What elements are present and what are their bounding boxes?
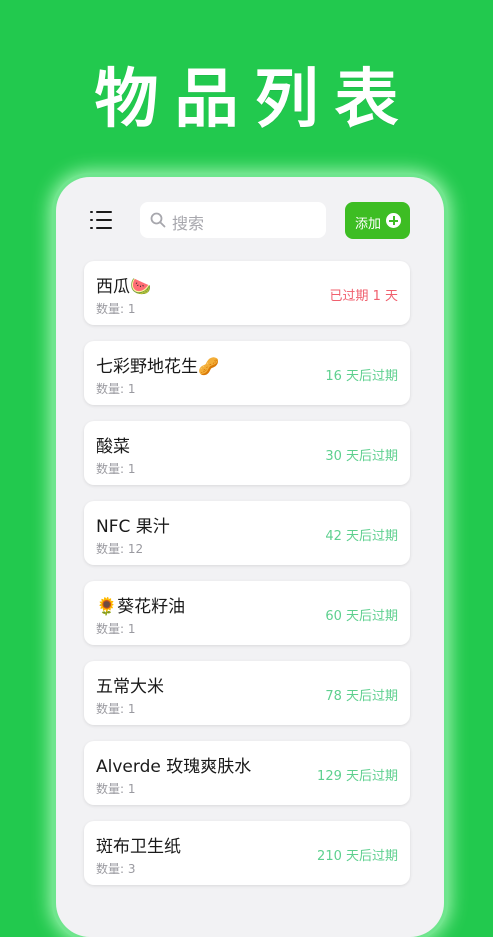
search-input[interactable]: 搜索 bbox=[140, 202, 326, 238]
list-item[interactable]: 🌻葵花籽油 数量: 1 60 天后过期 bbox=[84, 581, 410, 645]
add-button[interactable]: 添加 bbox=[345, 202, 410, 239]
hero-title: 物品列表 bbox=[94, 63, 415, 137]
item-quantity: 数量: 1 bbox=[96, 302, 136, 316]
item-name: 五常大米 bbox=[96, 677, 164, 697]
item-quantity: 数量: 3 bbox=[96, 862, 136, 876]
search-icon bbox=[150, 212, 166, 228]
list-item[interactable]: 西瓜🍉 数量: 1 已过期 1 天 bbox=[84, 261, 410, 325]
expiry-status: 30 天后过期 bbox=[325, 449, 398, 464]
add-button-label: 添加 bbox=[355, 217, 382, 232]
list-item[interactable]: 酸菜 数量: 1 30 天后过期 bbox=[84, 421, 410, 485]
expiry-status: 210 天后过期 bbox=[317, 849, 398, 864]
item-name: 西瓜🍉 bbox=[96, 277, 152, 297]
expiry-status: 78 天后过期 bbox=[325, 689, 398, 704]
expiry-status: 16 天后过期 bbox=[325, 369, 398, 384]
list-item[interactable]: 七彩野地花生🥜 数量: 1 16 天后过期 bbox=[84, 341, 410, 405]
phone-frame: 搜索 添加 西瓜🍉 数量: 1 已过期 1 天 七彩野地花生🥜 数量: 1 16… bbox=[56, 177, 444, 937]
menu-icon[interactable] bbox=[90, 210, 114, 230]
plus-circle-icon bbox=[386, 213, 401, 228]
search-placeholder: 搜索 bbox=[172, 214, 205, 233]
item-quantity: 数量: 1 bbox=[96, 622, 136, 636]
item-quantity: 数量: 1 bbox=[96, 702, 136, 716]
expiry-status: 已过期 1 天 bbox=[329, 289, 398, 304]
item-name: 🌻葵花籽油 bbox=[96, 597, 186, 617]
list-item[interactable]: NFC 果汁 数量: 12 42 天后过期 bbox=[84, 501, 410, 565]
item-name: 斑布卫生纸 bbox=[96, 837, 181, 857]
item-name: 酸菜 bbox=[96, 437, 130, 457]
list-item[interactable]: Alverde 玫瑰爽肤水 数量: 1 129 天后过期 bbox=[84, 741, 410, 805]
item-name: NFC 果汁 bbox=[96, 517, 170, 537]
expiry-status: 129 天后过期 bbox=[317, 769, 398, 784]
item-quantity: 数量: 1 bbox=[96, 782, 136, 796]
list-item[interactable]: 五常大米 数量: 1 78 天后过期 bbox=[84, 661, 410, 725]
item-quantity: 数量: 1 bbox=[96, 462, 136, 476]
item-name: Alverde 玫瑰爽肤水 bbox=[96, 757, 252, 777]
item-name: 七彩野地花生🥜 bbox=[96, 357, 220, 377]
expiry-status: 60 天后过期 bbox=[325, 609, 398, 624]
list-item[interactable]: 斑布卫生纸 数量: 3 210 天后过期 bbox=[84, 821, 410, 885]
item-quantity: 数量: 12 bbox=[96, 542, 144, 556]
expiry-status: 42 天后过期 bbox=[325, 529, 398, 544]
item-quantity: 数量: 1 bbox=[96, 382, 136, 396]
